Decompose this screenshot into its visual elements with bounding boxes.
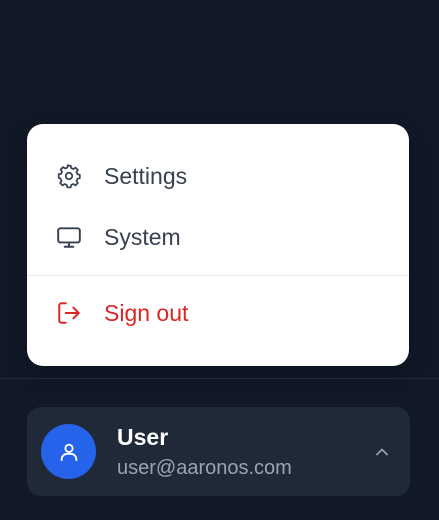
- menu-item-system[interactable]: System: [27, 212, 409, 262]
- menu-item-sign-out[interactable]: Sign out: [27, 288, 409, 338]
- menu-item-label: System: [104, 224, 181, 250]
- app-root: Settings System Sign out User user@aaron…: [0, 0, 439, 520]
- user-name: User: [117, 424, 169, 450]
- menu-item-settings[interactable]: Settings: [27, 151, 409, 201]
- avatar: [41, 424, 96, 479]
- user-email: user@aaronos.com: [117, 457, 292, 479]
- user-dropdown-menu: Settings System Sign out: [27, 124, 409, 366]
- sign-out-icon: [56, 300, 82, 326]
- user-account-button[interactable]: User user@aaronos.com: [27, 407, 410, 496]
- gear-icon: [56, 163, 82, 189]
- menu-item-label: Settings: [104, 163, 188, 189]
- monitor-icon: [56, 224, 82, 250]
- user-icon: [60, 443, 77, 461]
- sidebar-footer-divider: [0, 378, 439, 379]
- menu-divider: [27, 275, 409, 276]
- chevron-up-icon[interactable]: [371, 441, 393, 463]
- menu-item-label: Sign out: [104, 300, 189, 326]
